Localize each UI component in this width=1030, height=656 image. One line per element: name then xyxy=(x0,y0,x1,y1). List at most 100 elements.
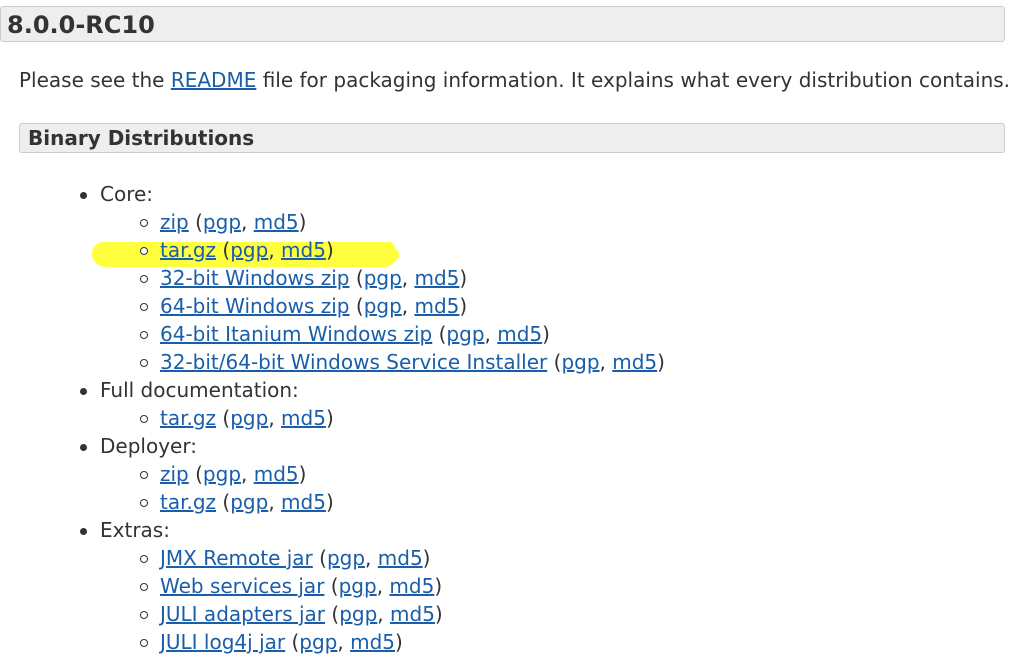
comma-separator: , xyxy=(268,238,282,262)
file-item: zip (pgp, md5) xyxy=(139,460,307,488)
md5-signature-link[interactable]: md5 xyxy=(281,238,326,262)
download-link[interactable]: JULI adapters jar xyxy=(160,602,325,626)
paren-close: ) xyxy=(298,210,307,234)
paren-close: ) xyxy=(434,574,443,598)
category-label: Extras: xyxy=(100,518,170,542)
comma-separator: , xyxy=(484,322,498,346)
version-title: 8.0.0-RC10 xyxy=(7,11,155,39)
md5-signature-link[interactable]: md5 xyxy=(390,602,435,626)
download-link[interactable]: zip xyxy=(160,210,189,234)
comma-separator: , xyxy=(268,406,282,430)
category-item: Full documentation: xyxy=(80,376,299,404)
category-item: Deployer: xyxy=(80,432,197,460)
md5-signature-link[interactable]: md5 xyxy=(350,630,395,654)
md5-signature-link[interactable]: md5 xyxy=(612,350,657,374)
comma-separator: , xyxy=(365,546,378,570)
version-header: 8.0.0-RC10 xyxy=(0,6,1005,42)
pgp-signature-link[interactable]: pgp xyxy=(203,462,241,486)
file-item: 32-bit Windows zip (pgp, md5) xyxy=(139,264,468,292)
pgp-signature-link[interactable]: pgp xyxy=(561,350,599,374)
md5-signature-link[interactable]: md5 xyxy=(281,490,326,514)
file-item: tar.gz (pgp, md5) xyxy=(140,236,334,264)
comma-separator: , xyxy=(401,294,415,318)
paren-close: ) xyxy=(434,602,443,626)
download-link[interactable]: JULI log4j jar xyxy=(160,630,285,654)
file-item: JMX Remote jar (pgp, md5) xyxy=(139,544,431,572)
file-item: 64-bit Itanium Windows zip (pgp, md5) xyxy=(140,320,550,348)
download-link[interactable]: 32-bit Windows zip xyxy=(160,266,350,290)
md5-signature-link[interactable]: md5 xyxy=(415,294,460,318)
pgp-signature-link[interactable]: pgp xyxy=(339,574,377,598)
file-item: JULI adapters jar (pgp, md5) xyxy=(140,600,443,628)
md5-signature-link[interactable]: md5 xyxy=(254,462,299,486)
category-label: Core: xyxy=(100,182,154,206)
paren-open: ( xyxy=(349,266,364,290)
pgp-signature-link[interactable]: pgp xyxy=(299,630,337,654)
md5-signature-link[interactable]: md5 xyxy=(415,266,460,290)
file-item: zip (pgp, md5) xyxy=(139,208,307,236)
intro-prefix: Please see the xyxy=(19,68,171,92)
intro-suffix: file for packaging information. It expla… xyxy=(256,68,1011,92)
comma-separator: , xyxy=(377,602,391,626)
md5-signature-link[interactable]: md5 xyxy=(389,574,434,598)
paren-close: ) xyxy=(422,546,431,570)
category-item: Core: xyxy=(79,180,154,208)
pgp-signature-link[interactable]: pgp xyxy=(327,546,365,570)
comma-separator: , xyxy=(241,462,254,486)
comma-separator: , xyxy=(599,350,613,374)
pgp-signature-link[interactable]: pgp xyxy=(364,266,402,290)
comma-separator: , xyxy=(268,490,282,514)
md5-signature-link[interactable]: md5 xyxy=(497,322,542,346)
paren-open: ( xyxy=(216,490,231,514)
file-item: 32-bit/64-bit Windows Service Installer … xyxy=(140,348,665,376)
section-header: Binary Distributions xyxy=(19,123,1005,153)
paren-close: ) xyxy=(325,238,334,262)
pgp-signature-link[interactable]: pgp xyxy=(339,602,377,626)
pgp-signature-link[interactable]: pgp xyxy=(364,294,402,318)
pgp-signature-link[interactable]: pgp xyxy=(203,210,241,234)
download-link[interactable]: JMX Remote jar xyxy=(160,546,313,570)
category-label: Full documentation: xyxy=(100,378,299,402)
download-link[interactable]: 64-bit Itanium Windows zip xyxy=(160,322,432,346)
md5-signature-link[interactable]: md5 xyxy=(254,210,299,234)
paren-close: ) xyxy=(395,630,403,654)
paren-close: ) xyxy=(298,462,307,486)
file-item: JULI log4j jar (pgp, md5) xyxy=(140,628,403,656)
md5-signature-link[interactable]: md5 xyxy=(378,546,423,570)
readme-link[interactable]: README xyxy=(171,68,257,92)
paren-open: ( xyxy=(432,322,447,346)
paren-close: ) xyxy=(325,490,334,514)
category-item: Extras: xyxy=(80,516,170,544)
file-item: 64-bit Windows zip (pgp, md5) xyxy=(139,292,468,320)
download-link[interactable]: tar.gz xyxy=(160,238,216,262)
file-item: tar.gz (pgp, md5) xyxy=(140,404,334,432)
md5-signature-link[interactable]: md5 xyxy=(281,406,326,430)
paren-open: ( xyxy=(188,210,203,234)
paren-close: ) xyxy=(459,294,468,318)
paren-open: ( xyxy=(325,602,340,626)
download-link[interactable]: zip xyxy=(160,462,189,486)
paren-open: ( xyxy=(285,630,300,654)
download-link[interactable]: tar.gz xyxy=(160,406,216,430)
comma-separator: , xyxy=(401,266,415,290)
pgp-signature-link[interactable]: pgp xyxy=(230,238,268,262)
pgp-signature-link[interactable]: pgp xyxy=(446,322,484,346)
paren-open: ( xyxy=(547,350,562,374)
comma-separator: , xyxy=(241,210,254,234)
paren-open: ( xyxy=(349,294,364,318)
download-link[interactable]: tar.gz xyxy=(160,490,216,514)
paren-open: ( xyxy=(216,238,231,262)
intro-paragraph: Please see the README file for packaging… xyxy=(19,66,1010,94)
download-link[interactable]: 32-bit/64-bit Windows Service Installer xyxy=(160,350,547,374)
paren-close: ) xyxy=(542,322,550,346)
pgp-signature-link[interactable]: pgp xyxy=(230,490,268,514)
paren-open: ( xyxy=(324,574,339,598)
file-item: tar.gz (pgp, md5) xyxy=(140,488,334,516)
pgp-signature-link[interactable]: pgp xyxy=(230,406,268,430)
download-link[interactable]: 64-bit Windows zip xyxy=(160,294,350,318)
file-item: Web services jar (pgp, md5) xyxy=(139,572,443,600)
download-link[interactable]: Web services jar xyxy=(160,574,324,598)
paren-open: ( xyxy=(216,406,231,430)
paren-close: ) xyxy=(459,266,468,290)
paren-close: ) xyxy=(657,350,665,374)
